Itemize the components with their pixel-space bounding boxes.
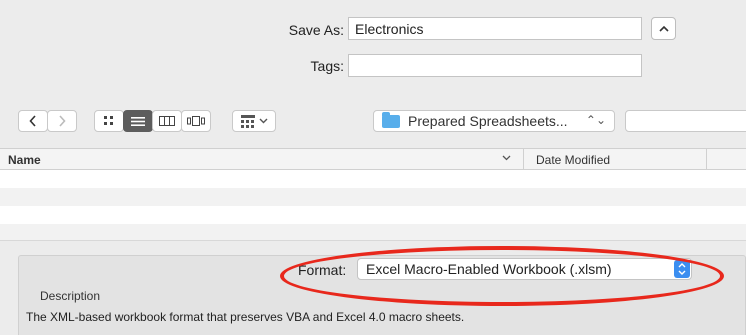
column-divider: [706, 149, 707, 169]
column-view-icon: [159, 116, 175, 126]
chevron-left-icon: [29, 115, 36, 127]
highlight-ring: [280, 246, 724, 306]
name-column-header[interactable]: Name: [8, 153, 41, 167]
cover-flow-icon: [187, 116, 205, 126]
cover-flow-button[interactable]: [181, 110, 211, 132]
column-view-button[interactable]: [152, 110, 182, 132]
icon-view-button[interactable]: [94, 110, 124, 132]
save-as-field[interactable]: [348, 17, 642, 40]
save-header: Save As: Tags:: [0, 0, 746, 92]
list-row: [0, 170, 746, 188]
list-row: [0, 188, 746, 206]
arrange-icon: [240, 114, 255, 128]
save-dialog: Save As: Tags:: [0, 0, 746, 335]
back-button[interactable]: [18, 110, 48, 132]
list-view-icon: [131, 116, 145, 126]
tags-field[interactable]: [348, 54, 642, 77]
icon-view-icon: [104, 116, 113, 125]
date-modified-column-header[interactable]: Date Modified: [536, 153, 610, 167]
list-row: [0, 224, 746, 240]
chevron-down-icon: [259, 118, 267, 124]
browser-toolbar: Prepared Spreadsheets... ⌃⌄: [0, 92, 746, 148]
forward-button[interactable]: [47, 110, 77, 132]
description-heading: Description: [40, 289, 101, 303]
chevron-up-icon: [658, 25, 669, 32]
format-accessory: Format: Excel Macro-Enabled Workbook (.x…: [0, 240, 746, 335]
column-header: Name Date Modified: [0, 148, 746, 170]
sort-chevron-icon: [502, 152, 511, 164]
save-as-label: Save As:: [288, 22, 344, 38]
search-field[interactable]: [625, 110, 746, 132]
location-popup[interactable]: Prepared Spreadsheets... ⌃⌄: [373, 110, 615, 132]
list-row: [0, 206, 746, 224]
arrange-button[interactable]: [232, 110, 276, 132]
folder-icon: [382, 111, 400, 128]
nav-buttons: [18, 110, 78, 132]
collapse-button[interactable]: [651, 17, 676, 40]
description-text: The XML-based workbook format that prese…: [26, 310, 465, 324]
file-list[interactable]: [0, 170, 746, 240]
column-divider: [523, 149, 524, 169]
tags-label: Tags:: [310, 58, 344, 74]
chevron-right-icon: [59, 115, 66, 127]
updown-arrows-icon: ⌃⌄: [585, 113, 606, 127]
list-view-button[interactable]: [123, 110, 153, 132]
location-label: Prepared Spreadsheets...: [408, 113, 568, 129]
